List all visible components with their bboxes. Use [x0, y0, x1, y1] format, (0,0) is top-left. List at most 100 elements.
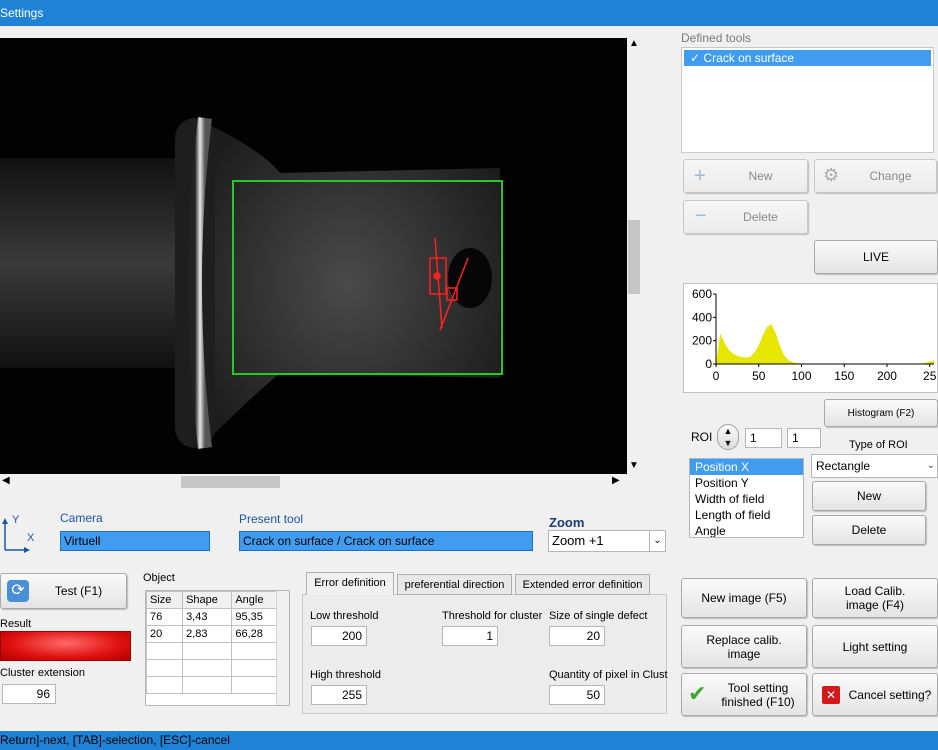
object-table: Size Shape Angle 76 3,43 95,35 20 2,83 66,28	[146, 591, 277, 694]
object-table-scrollbar[interactable]	[276, 591, 289, 705]
histogram-panel: 600 400 200 0 0 50 100 150 200 25	[683, 283, 938, 393]
replace-calib-label: Replace calib. image	[706, 632, 782, 661]
cluster-threshold-field[interactable]: 1	[442, 626, 498, 646]
roi-new-label: New	[856, 489, 881, 503]
image-horizontal-scrollbar[interactable]: ◀ ▶	[0, 474, 627, 490]
cluster-extension-label: Cluster extension	[0, 667, 85, 679]
replace-calib-button[interactable]: Replace calib. image	[681, 625, 807, 668]
roi-param-item[interactable]: Length of field	[690, 507, 803, 523]
roi-param-item[interactable]: Width of field	[690, 491, 803, 507]
quantity-pixel-field[interactable]: 50	[549, 685, 605, 705]
present-tool-field[interactable]: Crack on surface / Crack on surface	[239, 531, 533, 551]
single-defect-field[interactable]: 20	[549, 626, 605, 646]
test-button-label: Test (F1)	[54, 584, 103, 598]
quantity-pixel-label: Quantity of pixel in Clust	[549, 669, 668, 681]
tool-item-crack[interactable]: ✓ Crack on surface	[684, 50, 931, 66]
zoom-select[interactable]: Zoom +1 ⌄	[548, 530, 666, 552]
zoom-label: Zoom	[549, 515, 585, 530]
cluster-extension-field[interactable]: 96	[2, 684, 56, 704]
table-row[interactable]: 76 3,43 95,35	[146, 608, 277, 626]
x-tick-label: 0	[713, 369, 720, 383]
table-row[interactable]	[146, 676, 277, 694]
quantity-pixel-value: 50	[586, 688, 600, 702]
image-vertical-scrollbar[interactable]: ▲ ▼	[627, 38, 641, 474]
cancel-setting-label: Cancel setting?	[848, 687, 932, 702]
tool-finished-button[interactable]: ✔ Tool setting finished (F10)	[681, 673, 807, 716]
low-threshold-value: 200	[341, 629, 362, 643]
scroll-right-arrow[interactable]: ▶	[612, 475, 620, 486]
new-image-button[interactable]: New image (F5)	[681, 578, 807, 618]
roi-param-item[interactable]: Angle	[690, 523, 803, 537]
xy-axes-icon: Y X	[0, 514, 40, 554]
histogram-button[interactable]: Histogram (F2)	[824, 399, 938, 427]
change-tool-button[interactable]: ⚙ Change	[814, 159, 937, 193]
test-button[interactable]: ⟳ Test (F1)	[0, 573, 127, 609]
new-tool-label: New	[748, 169, 773, 183]
table-row[interactable]	[146, 642, 277, 660]
live-label: LIVE	[862, 250, 889, 264]
chevron-down-icon: ⌄	[649, 531, 665, 551]
checkmark-icon: ✔	[688, 681, 707, 706]
spin-down-icon[interactable]: ▼	[724, 438, 733, 448]
load-calib-button[interactable]: Load Calib. image (F4)	[812, 578, 938, 618]
table-cell: 66,28	[231, 625, 277, 643]
roi-spinner[interactable]: ▲ ▼	[717, 424, 739, 450]
light-setting-button[interactable]: Light setting	[812, 625, 938, 668]
result-indicator	[0, 631, 131, 661]
x-tick-label: 200	[877, 369, 897, 383]
scroll-up-arrow[interactable]: ▲	[629, 38, 639, 49]
status-bar: Return]-next, [TAB]-selection, [ESC]-can…	[0, 731, 938, 750]
roi-type-select[interactable]: Rectangle ⌄	[811, 454, 938, 478]
high-threshold-label: High threshold	[310, 669, 381, 681]
table-cell: 95,35	[231, 608, 277, 626]
high-threshold-value: 255	[341, 688, 362, 702]
tab-error-definition[interactable]: Error definition	[306, 572, 394, 595]
camera-field[interactable]: Virtuell	[60, 531, 210, 551]
roi-value2: 1	[792, 431, 799, 445]
roi-delete-button[interactable]: Delete	[812, 515, 926, 545]
cancel-setting-button[interactable]: ✕ Cancel setting?	[812, 673, 938, 716]
scroll-left-arrow[interactable]: ◀	[2, 475, 10, 486]
live-button[interactable]: LIVE	[814, 240, 938, 274]
delete-tool-button[interactable]: − Delete	[683, 200, 808, 234]
table-cell: 3,43	[182, 608, 233, 626]
table-row[interactable]	[146, 659, 277, 677]
new-image-label: New image (F5)	[701, 591, 787, 605]
horizontal-scroll-thumb[interactable]	[181, 476, 280, 488]
low-threshold-field[interactable]: 200	[311, 626, 367, 646]
delete-tool-label: Delete	[743, 210, 778, 224]
high-threshold-field[interactable]: 255	[311, 685, 367, 705]
spin-up-icon[interactable]: ▲	[724, 426, 733, 436]
y-tick-label: 200	[692, 334, 712, 348]
table-cell	[146, 659, 184, 677]
roi-label: ROI	[691, 430, 713, 444]
roi-parameter-list[interactable]: Position X Position Y Width of field Length…	[689, 458, 804, 538]
table-cell	[146, 642, 184, 660]
roi-value2-field[interactable]: 1	[787, 428, 821, 448]
object-table-container[interactable]: Size Shape Angle 76 3,43 95,35 20 2,83 66,28	[145, 590, 290, 706]
camera-image	[0, 38, 627, 474]
table-row[interactable]: 20 2,83 66,28	[146, 625, 277, 643]
roi-param-item[interactable]: Position Y	[690, 475, 803, 491]
roi-type-value: Rectangle	[816, 459, 871, 473]
defined-tools-title: Defined tools	[681, 31, 752, 45]
x-tick-label: 100	[791, 369, 811, 383]
single-defect-label: Size of single defect	[549, 610, 648, 622]
camera-image-view[interactable]	[0, 38, 627, 474]
tab-preferential-direction[interactable]: preferential direction	[397, 574, 512, 595]
low-threshold-label: Low threshold	[310, 610, 379, 622]
check-icon: ✓	[690, 51, 701, 65]
vertical-scroll-thumb[interactable]	[628, 220, 640, 294]
roi-value1-field[interactable]: 1	[745, 428, 782, 448]
scroll-down-arrow[interactable]: ▼	[629, 460, 639, 471]
tab-extended-error-definition[interactable]: Extended error definition	[515, 574, 650, 595]
roi-param-item[interactable]: Position X	[690, 459, 803, 475]
load-calib-label: Load Calib. image (F4)	[844, 584, 906, 612]
table-cell	[182, 676, 233, 694]
light-setting-label: Light setting	[842, 639, 908, 654]
new-tool-button[interactable]: + New	[683, 159, 808, 193]
defined-tools-list[interactable]: ✓ Crack on surface	[681, 47, 934, 153]
camera-value: Virtuell	[64, 534, 101, 548]
roi-new-button[interactable]: New	[812, 481, 926, 511]
table-cell: 76	[146, 608, 184, 626]
